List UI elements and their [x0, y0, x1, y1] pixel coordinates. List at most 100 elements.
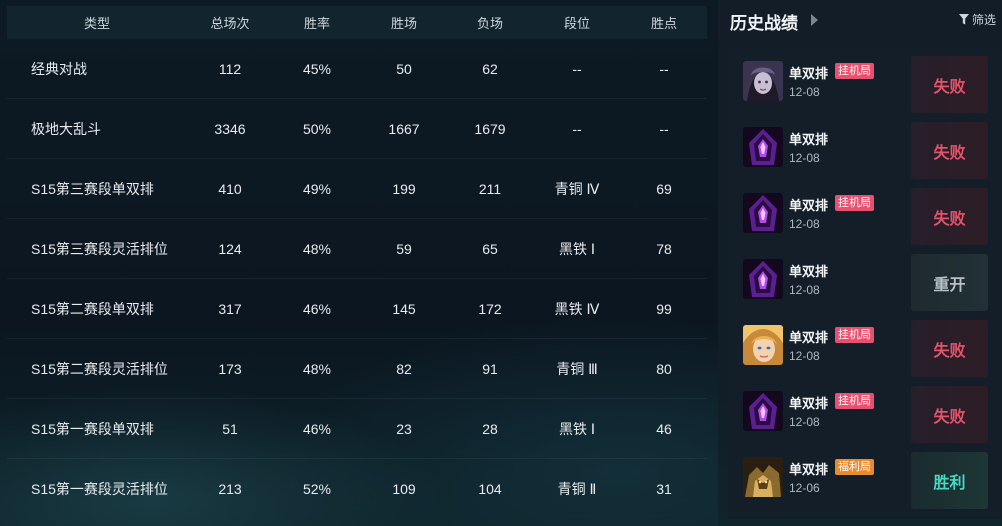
afk-tag: 挂机局: [835, 327, 874, 343]
cell-total-games: 3346: [214, 120, 246, 137]
cell-wins: 50: [396, 60, 412, 77]
golden-armored-champion-icon: [743, 457, 783, 497]
cell-losses: 172: [478, 300, 502, 317]
header-lp: 胜点: [650, 16, 677, 31]
match-date: 12-08: [789, 415, 820, 429]
match-card[interactable]: 单双排 挂机局 12-08 失败: [728, 181, 1002, 245]
table-row: 经典对战 112 45% 50 62 -- --: [7, 39, 707, 99]
cell-win-rate: 46%: [302, 420, 332, 437]
cell-type: S15第三赛段灵活排位: [31, 240, 168, 257]
result-badge: 重开: [911, 254, 988, 311]
cell-lp: 78: [656, 240, 672, 257]
cell-type: S15第一赛段单双排: [31, 420, 154, 437]
match-date: 12-08: [789, 85, 820, 99]
match-card[interactable]: 单双排 12-08 重开: [728, 247, 1002, 311]
cell-total-games: 124: [218, 240, 242, 257]
header-wins: 胜场: [390, 16, 417, 31]
history-title[interactable]: 历史战绩: [730, 9, 798, 34]
result-badge: 失败: [911, 386, 988, 443]
match-date: 12-08: [789, 283, 820, 297]
header-type: 类型: [83, 16, 110, 31]
queue-name: 单双排: [789, 462, 829, 477]
cell-rank: 青铜 Ⅳ: [554, 180, 600, 197]
cell-wins: 109: [392, 481, 416, 497]
cell-type: S15第三赛段单双排: [31, 180, 154, 197]
cell-total-games: 213: [218, 481, 242, 497]
cell-rank: 黑铁 Ⅳ: [554, 300, 600, 317]
table-row: S15第三赛段单双排 410 49% 199 211 青铜 Ⅳ 69: [7, 159, 707, 219]
match-card[interactable]: 单双排 挂机局 12-08 失败: [728, 49, 1002, 113]
cell-losses: 1679: [474, 120, 506, 137]
cell-losses: 91: [482, 360, 498, 377]
history-header: 历史战绩 筛选: [718, 0, 1002, 40]
cell-type: 经典对战: [31, 60, 87, 77]
cell-wins: 1667: [388, 120, 420, 137]
result-badge: 失败: [911, 188, 988, 245]
cell-lp: 80: [656, 360, 672, 377]
cell-win-rate: 50%: [302, 120, 332, 137]
cell-lp: 69: [656, 180, 672, 197]
result-badge: 胜利: [911, 452, 988, 509]
purple-hooded-champion-icon: [743, 259, 783, 299]
header-rank: 段位: [563, 16, 590, 31]
queue-name: 单双排: [789, 396, 829, 411]
cell-lp: 99: [656, 300, 672, 317]
filter-label: 筛选: [971, 13, 996, 27]
cell-losses: 62: [482, 60, 498, 77]
table-row: S15第三赛段灵活排位 124 48% 59 65 黑铁 Ⅰ 78: [7, 219, 707, 279]
filter-button[interactable]: 筛选: [958, 11, 996, 28]
cell-wins: 145: [392, 300, 416, 317]
match-card[interactable]: 单双排 12-08 失败: [728, 115, 1002, 179]
cell-wins: 59: [396, 240, 412, 257]
filter-icon: [958, 14, 969, 25]
cell-total-games: 51: [222, 420, 238, 437]
table-row: S15第二赛段单双排 317 46% 145 172 黑铁 Ⅳ 99: [7, 279, 707, 339]
cell-rank: 青铜 Ⅲ: [556, 360, 598, 377]
cell-losses: 211: [478, 180, 502, 197]
cell-type: S15第二赛段灵活排位: [31, 360, 168, 377]
queue-name: 单双排: [789, 66, 829, 81]
cell-win-rate: 49%: [302, 180, 332, 197]
match-card[interactable]: 单双排 福利局 12-06 胜利: [728, 445, 1002, 509]
cell-lp: --: [659, 60, 669, 77]
chevron-right-icon[interactable]: [811, 14, 818, 26]
cell-total-games: 410: [218, 180, 242, 197]
cell-win-rate: 48%: [302, 240, 332, 257]
afk-tag: 挂机局: [835, 195, 874, 211]
cell-total-games: 112: [218, 60, 242, 77]
cell-wins: 199: [392, 180, 416, 197]
cell-rank: 青铜 Ⅱ: [557, 481, 597, 497]
cell-losses: 104: [478, 481, 502, 497]
match-card[interactable]: 单双排 挂机局 12-08 失败: [728, 313, 1002, 377]
cell-losses: 65: [482, 240, 498, 257]
cell-win-rate: 46%: [302, 300, 332, 317]
cell-lp: 31: [656, 481, 672, 497]
queue-name: 单双排: [789, 132, 829, 147]
pale-champion-portrait-icon: [743, 61, 783, 101]
cell-win-rate: 45%: [302, 60, 332, 77]
afk-tag: 挂机局: [835, 393, 874, 409]
cell-lp: --: [659, 120, 669, 137]
result-badge: 失败: [911, 56, 988, 113]
cell-rank: --: [572, 60, 582, 77]
match-date: 12-08: [789, 151, 820, 165]
cell-type: 极地大乱斗: [31, 120, 101, 137]
cell-wins: 82: [396, 360, 412, 377]
match-card[interactable]: 单双排 挂机局 12-08 失败: [728, 379, 1002, 443]
table-row: S15第一赛段单双排 51 46% 23 28 黑铁 Ⅰ 46: [7, 399, 707, 459]
cell-win-rate: 48%: [302, 360, 332, 377]
bonus-tag: 福利局: [835, 459, 874, 475]
cell-rank: --: [572, 120, 582, 137]
cell-wins: 23: [396, 420, 412, 437]
header-total-games: 总场次: [210, 16, 250, 31]
table-row: S15第一赛段灵活排位 213 52% 109 104 青铜 Ⅱ 31: [7, 459, 707, 519]
cell-win-rate: 52%: [302, 481, 332, 497]
header-win-rate: 胜率: [303, 16, 330, 31]
purple-hooded-champion-icon: [743, 193, 783, 233]
match-date: 12-08: [789, 217, 820, 231]
afk-tag: 挂机局: [835, 63, 874, 79]
cell-total-games: 173: [218, 360, 242, 377]
result-badge: 失败: [911, 122, 988, 179]
ranked-stats-table: 类型 总场次 胜率 胜场 负场 段位 胜点 经典对战 112 45% 50 62…: [7, 6, 707, 526]
blonde-champion-portrait-icon: [743, 325, 783, 365]
